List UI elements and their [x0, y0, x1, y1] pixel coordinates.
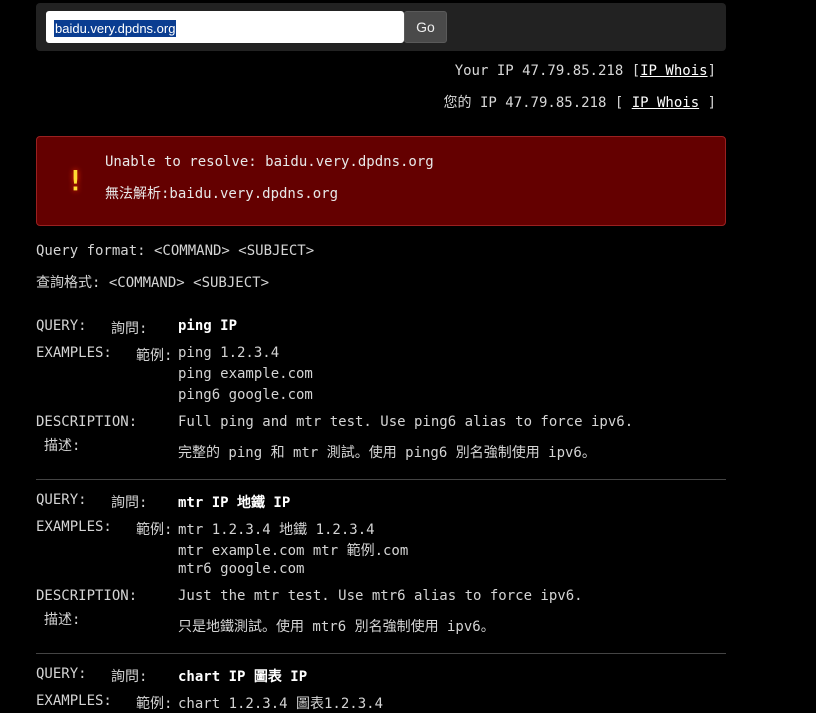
query-label-zh: 詢問: [111, 669, 148, 685]
examples-label-zh: 範例: [136, 522, 173, 538]
description-label-zh: 描述: [44, 612, 81, 628]
search-input-selected-text: baidu.very.dpdns.org [54, 20, 177, 37]
ip-whois-link-zh[interactable]: IP Whois [632, 95, 699, 111]
ip-line-zh: 您的 IP 47.79.85.218 [ IP Whois ] [444, 92, 716, 112]
examples-label: EXAMPLES: [36, 519, 112, 535]
query-label: QUERY: [36, 318, 87, 334]
go-button[interactable]: Go [404, 11, 447, 43]
ip-text-en: Your IP 47.79.85.218 [ [454, 63, 641, 79]
command-name: mtr IP 地鐵 IP [178, 495, 291, 511]
error-alert: ! Unable to resolve: baidu.very.dpdns.or… [36, 136, 726, 226]
description-en: Full ping and mtr test. Use ping6 alias … [178, 414, 634, 430]
ip-bracket-en: ] [707, 63, 716, 79]
query-label-zh: 詢問: [111, 495, 148, 511]
query-label: QUERY: [36, 666, 87, 682]
example-item: ping6 google.com [178, 387, 313, 403]
error-message-en: Unable to resolve: baidu.very.dpdns.org [105, 154, 434, 170]
description-label-zh: 描述: [44, 438, 81, 454]
example-item: mtr6 google.com [178, 561, 305, 577]
ip-bracket-zh: ] [699, 95, 716, 111]
query-format-zh: 查詢格式: <COMMAND> <SUBJECT> [36, 275, 270, 291]
error-message-zh: 無法解析:baidu.very.dpdns.org [105, 186, 339, 202]
examples-label-zh: 範例: [136, 348, 173, 364]
section-divider [36, 653, 726, 654]
command-name: chart IP 圖表 IP [178, 669, 308, 685]
examples-label-zh: 範例: [136, 696, 173, 712]
section-divider [36, 479, 726, 480]
command-name: ping IP [178, 318, 238, 334]
example-item: chart 1.2.3.4 圖表1.2.3.4 [178, 696, 384, 712]
exclamation-icon: ! [67, 164, 84, 197]
query-label-zh: 詢問: [111, 321, 148, 337]
example-item: ping 1.2.3.4 [178, 345, 280, 361]
example-item: mtr 1.2.3.4 地鐵 1.2.3.4 [178, 522, 375, 538]
description-label: DESCRIPTION: [36, 414, 138, 430]
description-label: DESCRIPTION: [36, 588, 138, 604]
ip-text-zh: 您的 IP 47.79.85.218 [ [443, 95, 632, 111]
query-label: QUERY: [36, 492, 87, 508]
examples-label: EXAMPLES: [36, 345, 112, 361]
ip-line-en: Your IP 47.79.85.218 [IP Whois] [455, 63, 716, 79]
ip-whois-link-en[interactable]: IP Whois [640, 63, 707, 79]
search-bar: baidu.very.dpdns.org Go [36, 3, 726, 51]
example-item: mtr example.com mtr 範例.com [178, 543, 409, 559]
description-zh: 完整的 ping 和 mtr 測試。使用 ping6 別名強制使用 ipv6。 [178, 445, 596, 461]
description-en: Just the mtr test. Use mtr6 alias to for… [178, 588, 583, 604]
example-item: ping example.com [178, 366, 313, 382]
description-zh: 只是地鐵測試。使用 mtr6 別名強制使用 ipv6。 [178, 619, 495, 635]
query-format-en: Query format: <COMMAND> <SUBJECT> [36, 243, 315, 259]
examples-label: EXAMPLES: [36, 693, 112, 709]
